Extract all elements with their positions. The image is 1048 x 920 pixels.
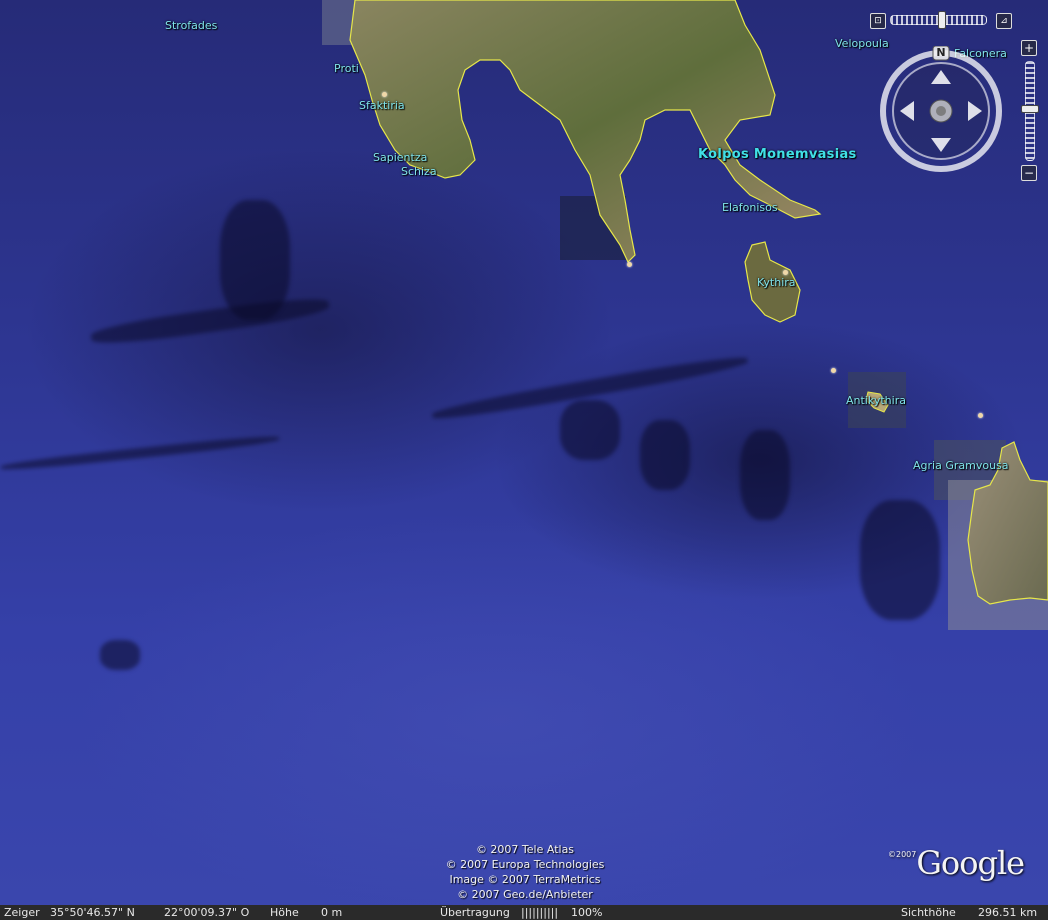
place-marker[interactable]	[831, 368, 836, 373]
place-marker[interactable]	[382, 92, 387, 97]
place-marker[interactable]	[978, 413, 983, 418]
label-kythira[interactable]: Kythira	[757, 276, 796, 289]
zoom-slider-knob[interactable]	[1021, 105, 1039, 113]
label-proti[interactable]: Proti	[334, 62, 359, 75]
eye-altitude-label: Sichthöhe	[901, 906, 956, 919]
place-marker[interactable]	[627, 262, 632, 267]
status-bar: Zeiger 35°50'46.57" N 22°00'09.37" O Höh…	[0, 905, 1048, 920]
streaming-progress: ||||||||||	[521, 906, 559, 919]
zoom-in-button[interactable]: +	[1021, 40, 1037, 56]
label-strofades[interactable]: Strofades	[165, 19, 217, 32]
copyright-line: Image © 2007 TerraMetrics	[449, 873, 601, 886]
label-sfaktiria[interactable]: Sfaktiria	[359, 99, 405, 112]
label-schiza[interactable]: Schiza	[401, 165, 437, 178]
map-view[interactable]: Strofades Proti Sfaktiria Sapientza Schi…	[0, 0, 1048, 905]
label-kolpos-monemvasias[interactable]: Kolpos Monemvasias	[698, 147, 857, 162]
logo-word: Google	[916, 844, 1025, 882]
copyright-line: © 2007 Geo.de/Anbieter	[457, 888, 593, 901]
tilt-up-icon[interactable]: ⊡	[870, 13, 886, 29]
tilt-down-icon[interactable]: ⊿	[996, 13, 1012, 29]
google-logo: ©2007Google	[888, 844, 1025, 882]
streaming-label: Übertragung	[440, 906, 510, 919]
elevation-label: Höhe	[270, 906, 299, 919]
label-sapientza[interactable]: Sapientza	[373, 151, 427, 164]
label-antikythira[interactable]: Antikythira	[846, 394, 906, 407]
tilt-slider-knob[interactable]	[938, 11, 946, 29]
look-compass[interactable]	[876, 46, 1006, 176]
copyright-line: © 2007 Tele Atlas	[475, 843, 575, 856]
copyright-line: © 2007 Europa Technologies	[445, 858, 605, 871]
label-agria-gramvousa[interactable]: Agria Gramvousa	[913, 459, 1009, 472]
north-indicator[interactable]: N	[933, 46, 949, 59]
elevation-value: 0 m	[321, 906, 343, 919]
eye-altitude-value: 296.51 km	[978, 906, 1038, 919]
pointer-longitude: 22°00'09.37" O	[164, 906, 250, 919]
pointer-label: Zeiger	[4, 906, 40, 919]
pointer-latitude: 35°50'46.57" N	[50, 906, 135, 919]
navigation-controls[interactable]: ⊡ ⊿ N + −	[866, 8, 1046, 188]
label-elafonisos[interactable]: Elafonisos	[722, 201, 778, 214]
logo-year: ©2007	[888, 850, 917, 859]
streaming-percent: 100%	[571, 906, 603, 919]
copyright-notice: © 2007 Tele Atlas © 2007 Europa Technolo…	[420, 842, 630, 902]
zoom-out-button[interactable]: −	[1021, 165, 1037, 181]
place-marker[interactable]	[783, 270, 788, 275]
